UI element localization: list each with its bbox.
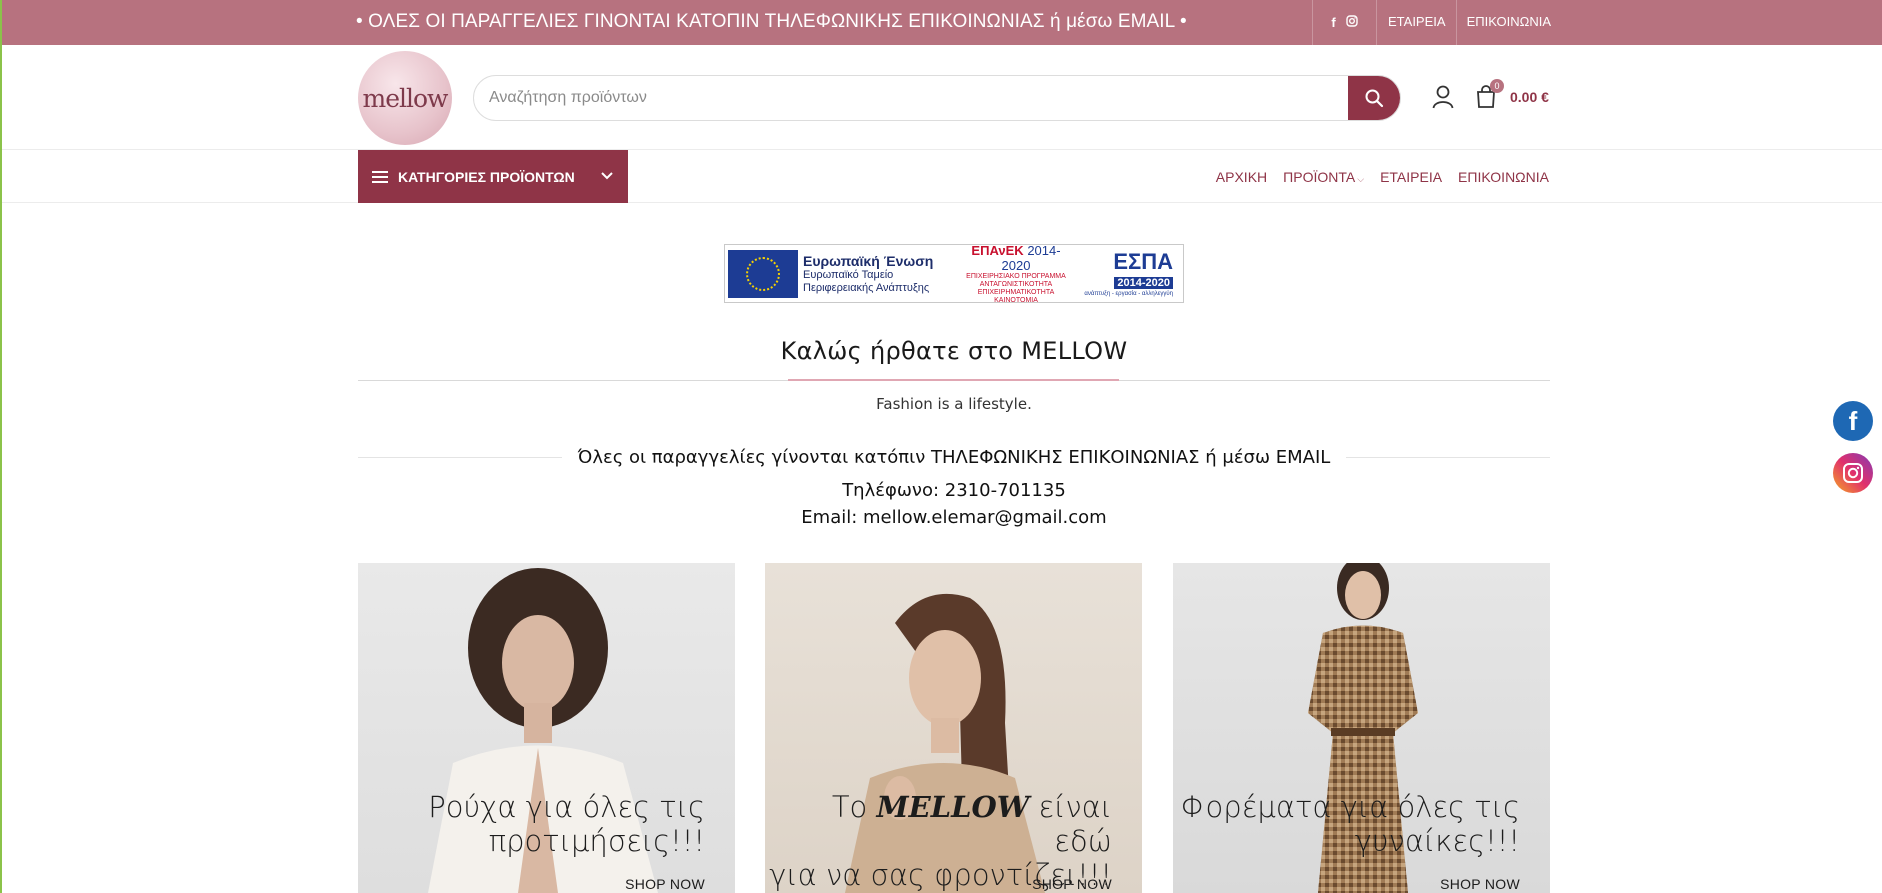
navigation-bar: ΚΑΤΗΓΟΡΙΕΣ ΠΡΟΪΟΝΤΩΝ ΑΡΧΙΚΗ ΠΡΟΪΟΝΤΑ ⌵ ΕΤ… (2, 150, 1882, 203)
epanek-line-4: ΚΑΙΝΟΤΟΜΙΑ (994, 296, 1038, 304)
card-caption: Ρούχα για όλες τις προτιμήσεις!!! (428, 790, 705, 858)
eu-line-2: Περιφερειακής Ανάπτυξης (803, 281, 930, 294)
cart-total[interactable]: 0.00 € (1510, 89, 1549, 105)
card-caption-line-2: γυναίκες!!! (1354, 824, 1520, 858)
search-input[interactable] (474, 76, 1349, 120)
epanek-line-1: ΕΠΙΧΕΙΡΗΣΙΑΚΟ ΠΡΟΓΡΑΜΜΑ (966, 272, 1066, 280)
facebook-icon[interactable]: f (1833, 401, 1873, 441)
epanek-line-3: ΕΠΙΧΕΙΡΗΜΑΤΙΚΟΤΗΤΑ (977, 288, 1055, 296)
card-caption-line-1: Το MELLOW είναι εδώ (765, 790, 1112, 858)
instagram-icon[interactable] (1833, 453, 1873, 493)
card-caption: Φορέματα για όλες τις γυναίκες!!! (1181, 790, 1520, 858)
site-header: mellow 0 0.00 € (2, 45, 1882, 150)
promo-card-clothes[interactable]: Ρούχα για όλες τις προτιμήσεις!!! SHOP N… (358, 563, 735, 893)
instagram-icon[interactable] (1345, 15, 1358, 30)
nav-item-products-label: ΠΡΟΪΟΝΤΑ (1283, 168, 1356, 185)
shop-now-link[interactable]: SHOP NOW (625, 876, 705, 892)
shop-now-link[interactable]: SHOP NOW (1032, 876, 1112, 892)
user-icon (1432, 85, 1454, 109)
phone-text: Τηλέφωνο: 2310-701135 (842, 480, 1066, 501)
caption-prefix: Το (831, 790, 877, 824)
nav-item-products[interactable]: ΠΡΟΪΟΝΤΑ ⌵ (1283, 169, 1364, 185)
nav-item-contact[interactable]: ΕΠΙΚΟΙΝΩΝΙΑ (1458, 169, 1549, 185)
top-social-links: f (1312, 0, 1377, 45)
nav-item-home[interactable]: ΑΡΧΙΚΗ (1216, 169, 1267, 185)
espa-logo: ΕΣΠΑ 2014-2020 ανάπτυξη - εργασία - αλλη… (1083, 248, 1173, 297)
eu-line-1: Ευρωπαϊκό Ταμείο (803, 268, 894, 281)
promo-message: • ΟΛΕΣ ΟΙ ΠΑΡΑΓΓΕΛΙΕΣ ΓΙΝΟΝΤΑΙ ΚΑΤΟΠΙΝ Τ… (356, 11, 1187, 32)
shop-now-link[interactable]: SHOP NOW (1440, 876, 1520, 892)
promo-card-dresses[interactable]: Φορέματα για όλες τις γυναίκες!!! SHOP N… (1173, 563, 1550, 893)
account-button[interactable] (1432, 85, 1458, 111)
espa-slogan: ανάπτυξη - εργασία - αλληλεγγύη (1084, 290, 1173, 297)
categories-label: ΚΑΤΗΓΟΡΙΕΣ ΠΡΟΪΟΝΤΩΝ (398, 168, 575, 185)
categories-menu-button[interactable]: ΚΑΤΗΓΟΡΙΕΣ ΠΡΟΪΟΝΤΩΝ (358, 150, 628, 203)
epanek-logo: ΕΠΑνΕΚ 2014-2020 ΕΠΙΧΕΙΡΗΣΙΑΚΟ ΠΡΟΓΡΑΜΜΑ… (957, 243, 1075, 305)
welcome-title: Καλώς ήρθατε στο MELLOW (780, 337, 1128, 365)
espa-years: 2014-2020 (1114, 276, 1173, 289)
search-button[interactable] (1348, 76, 1400, 120)
cart-count-badge: 0 (1490, 79, 1504, 93)
epanek-line-2: ΑΝΤΑΓΩΝΙΣΤΙΚΟΤΗΤΑ (979, 280, 1053, 288)
card-caption-line-1: Ρούχα για όλες τις (428, 790, 705, 824)
espa-name: ΕΣΠΑ (1113, 248, 1173, 274)
caption-brand: MELLOW (876, 790, 1030, 824)
caption-suffix: είναι εδώ (1029, 790, 1112, 858)
eu-title: Ευρωπαϊκή Ένωση (803, 252, 934, 269)
promo-card-mellow[interactable]: Το MELLOW είναι εδώ για να σας φροντίζει… (765, 563, 1142, 893)
chevron-down-icon: ⌵ (1357, 173, 1365, 184)
facebook-icon[interactable]: f (1331, 15, 1335, 30)
eu-flag-icon (728, 249, 798, 298)
top-link-company[interactable]: ΕΤΑΙΡΕΙΑ (1378, 0, 1457, 45)
top-link-contact[interactable]: ΕΠΙΚΟΙΝΩΝΙΑ (1457, 0, 1561, 45)
orders-note: Όλες οι παραγγελίες γίνονται κατόπιν ΤΗΛ… (577, 446, 1331, 468)
top-links: ΕΤΑΙΡΕΙΑ ΕΠΙΚΟΙΝΩΝΙΑ (1378, 0, 1561, 45)
top-bar: • ΟΛΕΣ ΟΙ ΠΑΡΑΓΓΕΛΙΕΣ ΓΙΝΟΝΤΑΙ ΚΑΤΟΠΙΝ Τ… (2, 0, 1882, 45)
title-divider (358, 379, 1550, 381)
espa-banner[interactable]: Ευρωπαϊκή Ένωση Ευρωπαϊκό Ταμείο Περιφερ… (724, 243, 1184, 305)
site-logo[interactable]: mellow (358, 51, 452, 145)
search-bar (473, 75, 1401, 121)
cart-button[interactable]: 0 (1475, 79, 1504, 111)
hamburger-icon (372, 170, 388, 183)
chevron-down-icon (601, 172, 613, 180)
search-icon (1365, 89, 1384, 108)
email-text: Email: mellow.elemar@gmail.com (801, 507, 1107, 528)
nav-item-company[interactable]: ΕΤΑΙΡΕΙΑ (1380, 169, 1442, 185)
card-caption-line-2: προτιμήσεις!!! (488, 824, 705, 858)
logo-text: mellow (362, 83, 449, 113)
epanek-name: ΕΠΑνΕΚ (971, 242, 1024, 258)
orders-note-row: Όλες οι παραγγελίες γίνονται κατόπιν ΤΗΛ… (358, 445, 1550, 469)
eu-text: Ευρωπαϊκή Ένωση Ευρωπαϊκό Ταμείο Περιφερ… (803, 253, 953, 295)
tagline: Fashion is a lifestyle. (876, 395, 1032, 413)
card-caption-line-1: Φορέματα για όλες τις (1180, 790, 1520, 824)
main-menu: ΑΡΧΙΚΗ ΠΡΟΪΟΝΤΑ ⌵ ΕΤΑΙΡΕΙΑ ΕΠΙΚΟΙΝΩΝΙΑ (1216, 150, 1549, 203)
